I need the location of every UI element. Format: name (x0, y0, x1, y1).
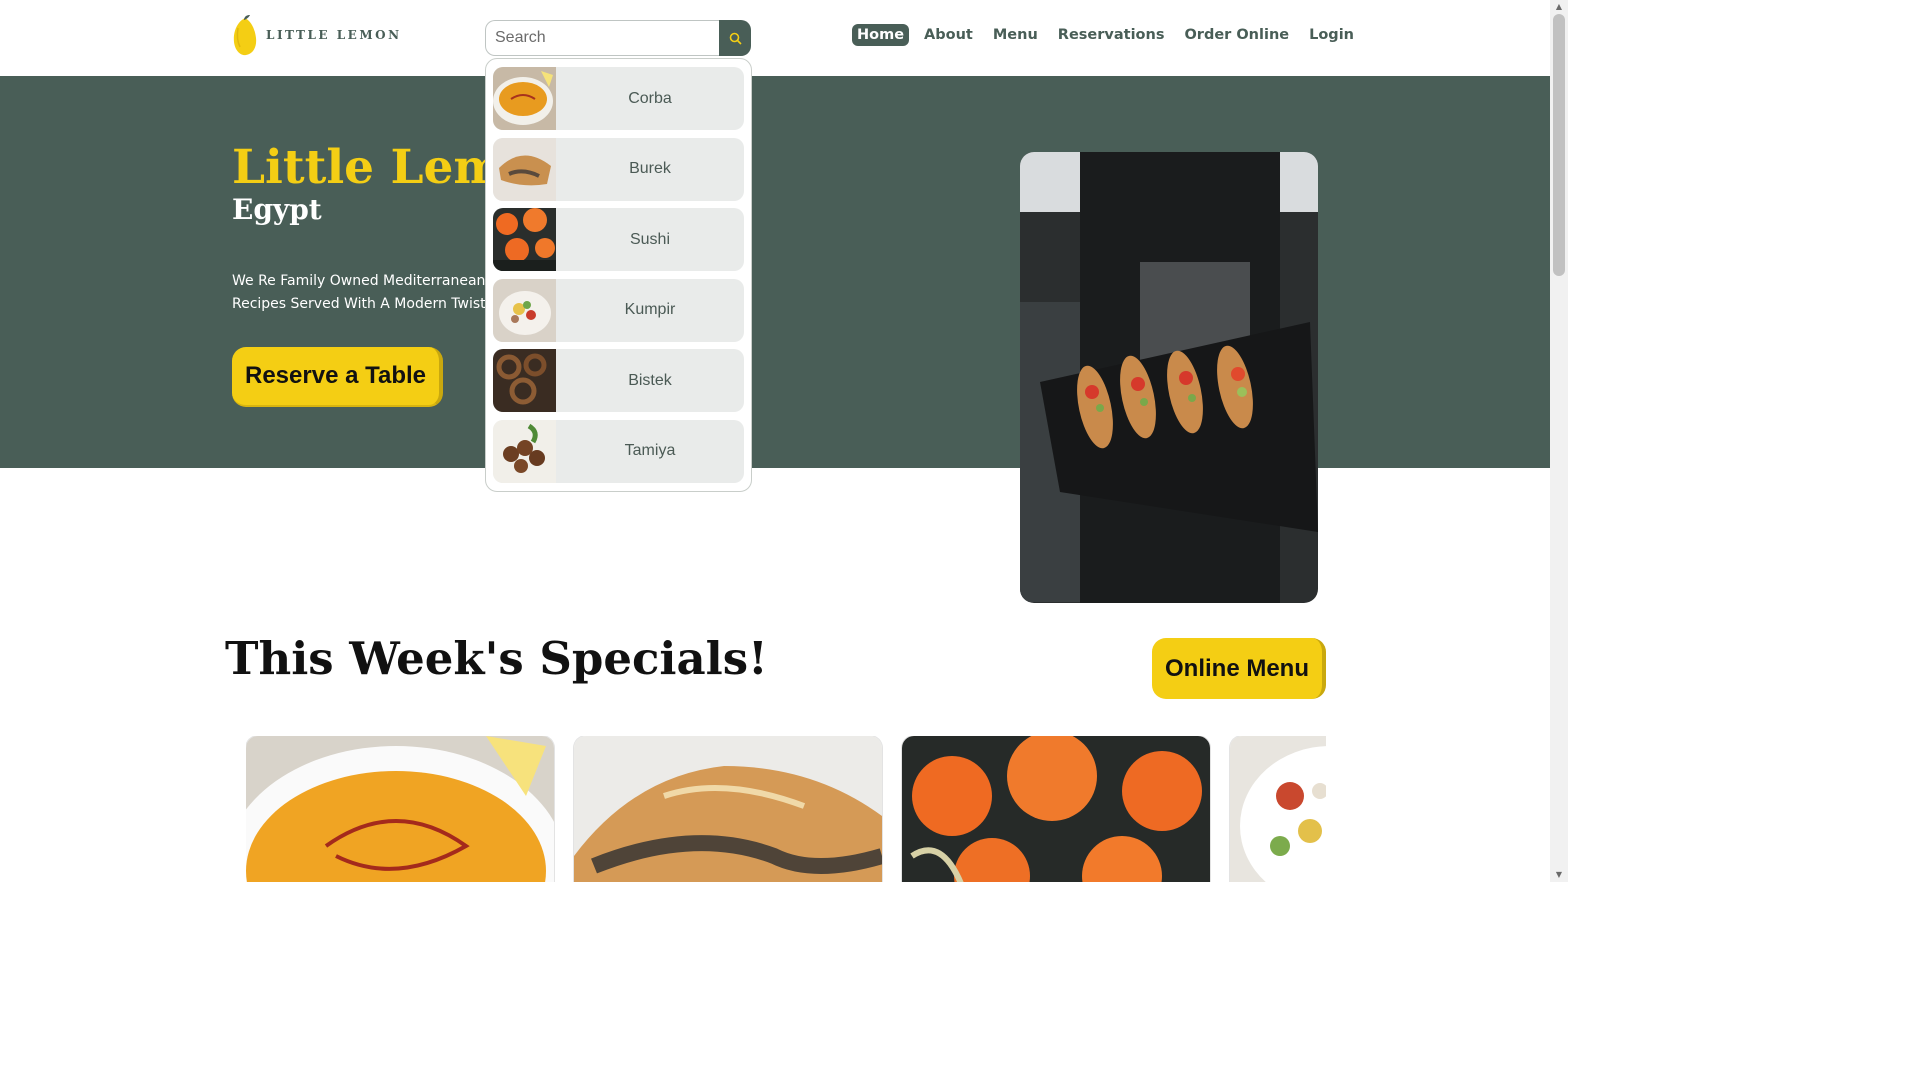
brand-name: LITTLE LEMON (266, 28, 402, 42)
search-results-dropdown: Corba Burek Sushi Kumpir Bistek Tamiya (485, 58, 752, 492)
special-card-image[interactable] (902, 736, 1210, 882)
hero-description: We Re Family Owned Mediterranean Recipes… (232, 270, 492, 316)
specials-cards (246, 736, 1326, 882)
search-bar (485, 20, 751, 56)
reserve-table-button[interactable]: Reserve a Table (232, 347, 443, 407)
online-menu-button[interactable]: Online Menu (1152, 638, 1326, 699)
dropdown-item-label: Burek (629, 160, 671, 177)
logo[interactable]: LITTLE LEMON (232, 14, 402, 56)
sushi-photo-icon (493, 208, 556, 271)
nav-order-online[interactable]: Order Online (1179, 24, 1294, 46)
search-input[interactable] (485, 20, 721, 56)
dropdown-item-label: Sushi (629, 230, 671, 248)
nav-home[interactable]: Home (852, 24, 910, 46)
special-card-image[interactable] (246, 736, 554, 882)
hero-subtitle: Egypt (232, 193, 322, 226)
scroll-down-icon[interactable]: ▼ (1550, 868, 1568, 882)
dropdown-item-label: Tamiya (624, 442, 676, 459)
falafel-photo-icon (493, 419, 556, 483)
dropdown-item-tamiya[interactable]: Tamiya (493, 419, 744, 483)
dropdown-item-kumpir[interactable]: Kumpir (493, 278, 744, 342)
lemon-logo-icon (233, 15, 257, 56)
soup-photo-icon (493, 67, 556, 130)
dropdown-item-label: Kumpir (624, 301, 676, 318)
specials-title: This Week's Specials! (225, 632, 768, 685)
dropdown-item-burek[interactable]: Burek (493, 137, 744, 201)
nav-login[interactable]: Login (1304, 24, 1359, 46)
special-card-image[interactable] (1230, 736, 1326, 882)
scrollbar-thumb[interactable] (1553, 14, 1565, 276)
nav-about[interactable]: About (919, 24, 978, 46)
steak-photo-icon (493, 349, 556, 412)
nav-reservations[interactable]: Reservations (1053, 24, 1170, 46)
nav-menu[interactable]: Menu (988, 24, 1043, 46)
hero-description-line: We Re Family Owned Mediterranean (232, 273, 486, 289)
page-scrollbar[interactable]: ▲ ▼ (1550, 0, 1568, 882)
pastry-photo-icon (493, 137, 556, 201)
scroll-up-icon[interactable]: ▲ (1550, 0, 1568, 14)
dropdown-item-label: Bistek (628, 371, 672, 389)
potato-photo-icon (493, 278, 556, 342)
dropdown-item-sushi[interactable]: Sushi (493, 208, 744, 271)
special-card-image[interactable] (574, 736, 882, 882)
main-nav: Home About Menu Reservations Order Onlin… (852, 24, 1369, 46)
dropdown-item-label: Corba (628, 89, 672, 107)
dropdown-item-corba[interactable]: Corba (493, 67, 744, 130)
search-button[interactable] (719, 20, 751, 56)
site-header: LITTLE LEMON Home About Menu Reservation… (0, 0, 1550, 76)
hero-description-line: Recipes Served With A Modern Twist (232, 296, 486, 312)
hero-food-photo (1020, 152, 1318, 603)
dropdown-item-bistek[interactable]: Bistek (493, 349, 744, 412)
search-icon (729, 32, 742, 45)
